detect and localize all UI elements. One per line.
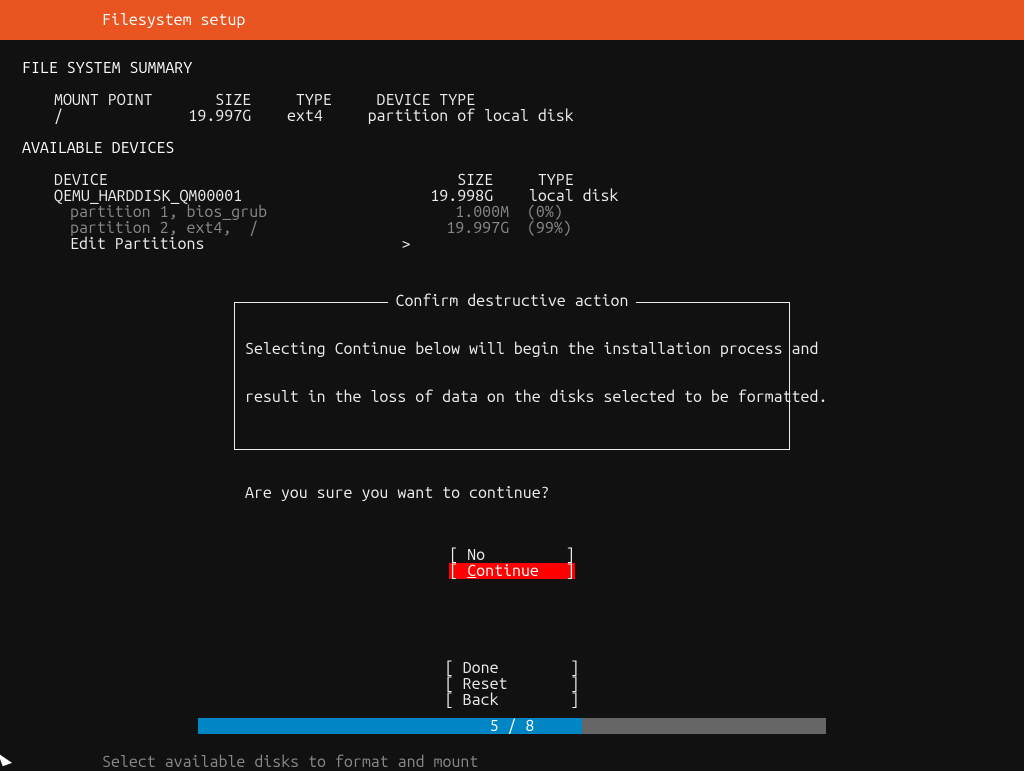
- progress-bar: 5 / 8: [0, 718, 1024, 734]
- progress-label: 5 / 8: [0, 718, 1024, 734]
- no-button[interactable]: [ No ]: [449, 547, 574, 563]
- dialog-line-2: result in the loss of data on the disks …: [245, 389, 779, 405]
- footer-buttons: [ Done ] [ Reset ] [ Back ]: [0, 660, 1024, 708]
- dialog-line-3: Are you sure you want to continue?: [245, 485, 779, 501]
- dialog-line-1: Selecting Continue below will begin the …: [245, 341, 779, 357]
- back-button[interactable]: [ Back ]: [445, 691, 579, 709]
- installer-header: Filesystem setup: [0, 0, 1024, 40]
- progress-area: 5 / 8 Select available disks to format a…: [0, 718, 1024, 770]
- device-columns: DEVICE SIZE TYPE: [0, 172, 1024, 188]
- dialog-title: Confirm destructive action: [388, 292, 637, 310]
- device-row[interactable]: QEMU_HARDDISK_QM00001 19.998G local disk: [0, 188, 1024, 204]
- edit-partitions[interactable]: Edit Partitions >: [0, 236, 1024, 252]
- main-content: FILE SYSTEM SUMMARY MOUNT POINT SIZE TYP…: [0, 40, 1024, 252]
- confirm-dialog: Confirm destructive action Selecting Con…: [234, 302, 790, 450]
- filesystem-summary-heading: FILE SYSTEM SUMMARY: [0, 60, 1024, 76]
- summary-columns: MOUNT POINT SIZE TYPE DEVICE TYPE: [0, 92, 1024, 108]
- available-devices-heading: AVAILABLE DEVICES: [0, 140, 1024, 156]
- header-title: Filesystem setup: [102, 12, 245, 28]
- partition-row-2: partition 2, ext4, / 19.997G (99%): [0, 220, 1024, 236]
- continue-button[interactable]: [ Continue ]: [449, 563, 574, 579]
- summary-row: / 19.997G ext4 partition of local disk: [0, 108, 1024, 124]
- partition-row-1: partition 1, bios_grub 1.000M (0%): [0, 204, 1024, 220]
